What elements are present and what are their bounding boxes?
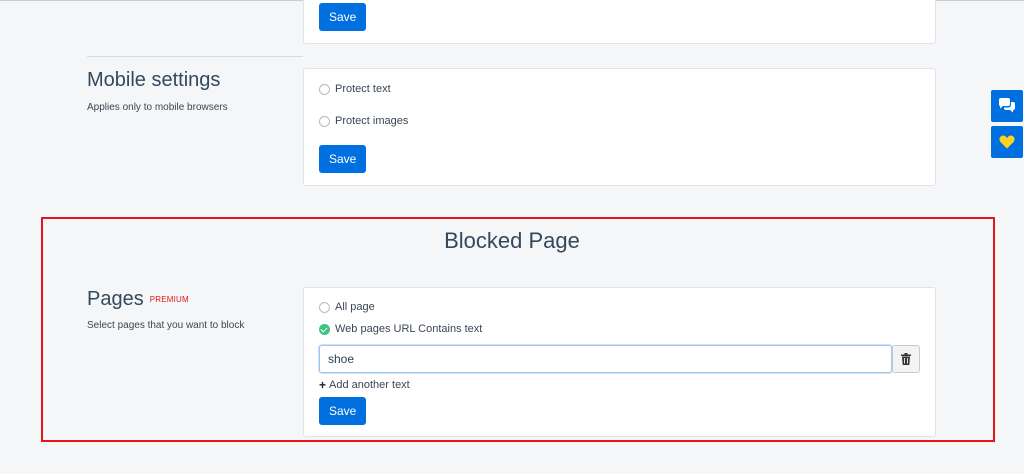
protect-text-option[interactable]: Protect text: [319, 83, 391, 95]
protect-text-radio[interactable]: [319, 83, 330, 95]
add-another-text-link[interactable]: + Add another text: [319, 378, 410, 392]
mobile-settings-description: Applies only to mobile browsers: [87, 102, 228, 113]
mobile-settings-title: Mobile settings: [87, 69, 221, 91]
pages-title-text: Pages: [87, 288, 144, 310]
protect-images-radio[interactable]: [319, 115, 330, 127]
pages-title: Pages PREMIUM: [87, 288, 189, 311]
mobile-save-button[interactable]: Save: [319, 145, 367, 173]
pages-save-button[interactable]: Save: [319, 397, 367, 425]
heart-icon: [999, 135, 1015, 149]
favorite-button[interactable]: [991, 126, 1023, 158]
trash-icon: [901, 353, 911, 365]
pages-description: Select pages that you want to block: [87, 320, 245, 331]
url-contains-radio-checked[interactable]: [319, 323, 330, 335]
all-page-label: All page: [335, 301, 375, 313]
add-another-text-label: Add another text: [329, 379, 410, 391]
all-page-option[interactable]: All page: [319, 301, 375, 313]
top-save-button[interactable]: Save: [319, 3, 367, 31]
delete-text-button[interactable]: [892, 345, 920, 373]
url-text-input[interactable]: [319, 345, 892, 373]
mobile-settings-card: [303, 68, 936, 186]
protect-images-label: Protect images: [335, 115, 409, 127]
url-contains-label: Web pages URL Contains text: [335, 323, 483, 335]
protect-images-option[interactable]: Protect images: [319, 115, 408, 127]
protect-text-label: Protect text: [335, 83, 391, 95]
plus-icon: +: [319, 378, 327, 392]
premium-badge: PREMIUM: [149, 295, 189, 305]
top-settings-card: [303, 0, 936, 44]
chat-icon: [999, 98, 1015, 113]
chat-button[interactable]: [991, 90, 1023, 122]
all-page-radio[interactable]: [319, 301, 330, 313]
url-contains-option[interactable]: Web pages URL Contains text: [319, 323, 482, 335]
blocked-page-title: Blocked Page: [444, 228, 580, 253]
section-divider: [87, 56, 303, 57]
